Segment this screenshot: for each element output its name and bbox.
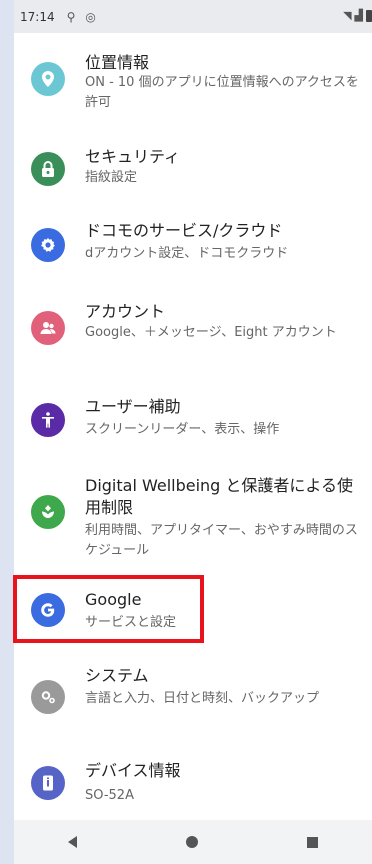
device-info-icon	[31, 766, 65, 800]
gear-icon	[31, 228, 65, 262]
item-subtitle: スクリーンリーダー、表示、操作	[85, 422, 280, 437]
signal-icon: ▟	[354, 9, 363, 22]
home-button-icon[interactable]	[185, 836, 198, 848]
item-subtitle: SO-52A	[85, 788, 134, 803]
navigation-bar	[14, 820, 372, 864]
item-title: 位置情報	[85, 53, 150, 72]
item-title: アカウント	[85, 302, 166, 321]
item-subtitle: dアカウント設定、ドコモクラウド	[85, 246, 289, 261]
settings-item-accessibility[interactable]: ユーザー補助 スクリーンリーダー、表示、操作	[14, 396, 372, 446]
item-title: Digital Wellbeing と保護者による使用制限	[85, 476, 353, 517]
phone-screen: 17:14 ⚲ ◎ ◥ ▟ 位置情報 ON - 10 個のアプリに位置情報へのア…	[14, 0, 372, 864]
item-subtitle: 利用時間、アプリタイマー、おやすみ時間のスケジュール	[85, 523, 358, 558]
location-status-icon: ⚲	[66, 9, 76, 24]
item-title: デバイス情報	[85, 761, 181, 780]
status-time: 17:14	[20, 9, 55, 24]
location-icon	[31, 62, 65, 96]
highlight-box	[13, 575, 204, 643]
wellbeing-icon	[31, 495, 65, 529]
item-subtitle: 指紋設定	[85, 170, 138, 185]
accessibility-icon	[31, 403, 65, 437]
item-title: ドコモのサービス/クラウド	[85, 221, 283, 240]
system-icon	[31, 680, 65, 714]
item-subtitle: 言語と入力、日付と時刻、バックアップ	[85, 691, 320, 706]
wifi-icon: ◥	[343, 9, 352, 22]
recent-apps-button-icon[interactable]	[306, 836, 318, 848]
battery-icon	[366, 9, 372, 22]
settings-item-device-info[interactable]: デバイス情報 SO-52A	[14, 760, 372, 810]
item-subtitle: ON - 10 個のアプリに位置情報へのアクセスを許可	[85, 75, 359, 110]
settings-item-docomo-services[interactable]: ドコモのサービス/クラウド dアカウント設定、ドコモクラウド	[14, 220, 372, 270]
back-button-icon[interactable]	[68, 836, 78, 848]
lock-icon	[31, 152, 65, 186]
item-title: ユーザー補助	[85, 397, 181, 416]
item-title: セキュリティ	[85, 147, 181, 166]
notification-icon: ◎	[85, 9, 96, 24]
settings-item-security[interactable]: セキュリティ 指紋設定	[14, 144, 372, 194]
account-icon	[31, 311, 65, 345]
settings-item-digital-wellbeing[interactable]: Digital Wellbeing と保護者による使用制限 利用時間、アプリタイ…	[14, 475, 372, 565]
item-subtitle: Google、＋メッセージ、Eight アカウント	[85, 325, 337, 340]
settings-item-account[interactable]: アカウント Google、＋メッセージ、Eight アカウント	[14, 299, 372, 369]
settings-item-system[interactable]: システム 言語と入力、日付と時刻、バックアップ	[14, 665, 372, 735]
item-title: システム	[85, 666, 149, 685]
settings-item-location[interactable]: 位置情報 ON - 10 個のアプリに位置情報へのアクセスを許可	[14, 50, 372, 120]
status-bar: 17:14 ⚲ ◎ ◥ ▟	[14, 0, 372, 33]
